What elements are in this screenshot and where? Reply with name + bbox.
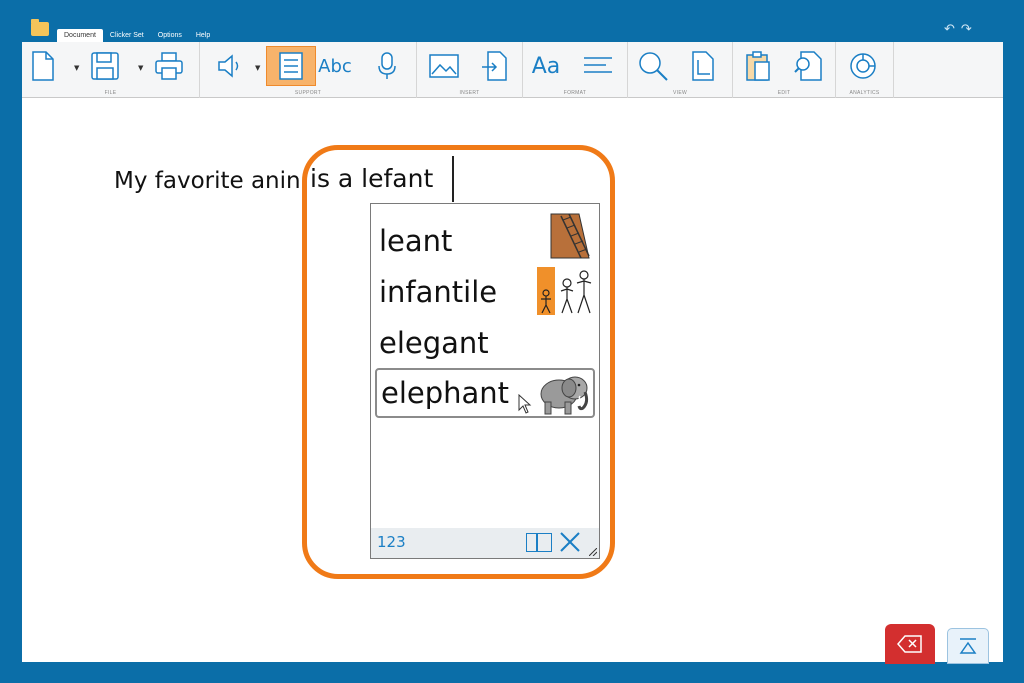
mouse-pointer-icon [518, 394, 532, 414]
speech-icon [218, 54, 239, 78]
group-label-edit: EDIT [777, 90, 791, 96]
font-button[interactable]: Aa [529, 46, 563, 86]
word-predictor-panel: leant infantile elegant elephant 123 [370, 203, 600, 559]
zoom-icon [639, 52, 668, 81]
new-dropdown-arrow[interactable]: ▼ [74, 64, 79, 72]
ribbon-group-format: Aa FORMAT [523, 42, 628, 98]
ladder-symbol-icon [550, 213, 590, 259]
group-label-file: FILE [104, 90, 117, 96]
group-label-format: FORMAT [563, 90, 587, 96]
predictor-footer: 123 [371, 528, 599, 558]
new-document-button[interactable] [26, 46, 60, 86]
ribbon-group-insert: INSERT [417, 42, 523, 98]
collapse-button[interactable] [947, 628, 989, 664]
analytics-button[interactable] [846, 46, 880, 86]
print-button[interactable] [152, 46, 186, 86]
page-size-button[interactable] [686, 46, 720, 86]
prediction-word: leant [379, 224, 453, 258]
paste-button[interactable] [741, 46, 775, 86]
elephant-symbol-icon [540, 376, 589, 415]
prediction-word: elegant [379, 326, 489, 360]
predictor-icon [279, 52, 303, 80]
save-icon [91, 52, 119, 80]
tab-document[interactable]: Document [57, 29, 103, 42]
undo-redo: ↶ ↷ [944, 22, 972, 37]
group-label-support: SUPPORT [294, 90, 322, 96]
collapse-icon [959, 638, 977, 654]
paragraph-icon [584, 57, 612, 73]
tab-clicker-set[interactable]: Clicker Set [103, 29, 151, 42]
page-size-icon [692, 51, 714, 81]
prediction-item-leant[interactable]: leant [375, 213, 595, 266]
ribbon-group-view: VIEW [628, 42, 733, 98]
font-icon: Aa [531, 53, 561, 79]
tab-help[interactable]: Help [189, 29, 217, 42]
undo-icon[interactable]: ↶ [944, 22, 955, 37]
analytics-icon [850, 53, 876, 79]
document-text-part1: My favorite anin [114, 168, 301, 194]
insert-file-button[interactable] [477, 46, 511, 86]
ribbon-group-analytics: ANALYTICS [836, 42, 894, 98]
prediction-word: infantile [379, 275, 498, 309]
find-button[interactable] [791, 46, 825, 86]
speech-button[interactable] [212, 46, 246, 86]
ribbon-group-file: ▼ ▼ FILE [22, 42, 200, 98]
insert-picture-button[interactable] [427, 46, 461, 86]
new-document-icon [32, 51, 54, 81]
insert-file-icon [482, 51, 507, 81]
tab-options[interactable]: Options [151, 29, 189, 42]
folder-icon[interactable] [31, 19, 49, 36]
print-icon [155, 52, 183, 80]
ribbon-group-edit: EDIT [733, 42, 836, 98]
predictor-button[interactable] [266, 46, 316, 86]
microphone-icon [378, 52, 396, 79]
speech-dropdown-arrow[interactable]: ▼ [255, 64, 260, 72]
children-symbol-icon [537, 267, 592, 315]
prediction-item-elegant[interactable]: elegant [375, 318, 595, 368]
microphone-button[interactable] [370, 46, 404, 86]
group-label-insert: INSERT [459, 90, 480, 96]
prediction-word: elephant [381, 376, 510, 410]
spellcheck-icon: Abc [318, 55, 352, 77]
group-label-view: VIEW [673, 90, 687, 96]
paragraph-button[interactable] [581, 46, 615, 86]
spellcheck-button[interactable]: Abc [318, 46, 352, 86]
group-label-analytics: ANALYTICS [849, 90, 880, 96]
menu-tabs: Document Clicker Set Options Help [57, 29, 217, 42]
save-dropdown-arrow[interactable]: ▼ [138, 64, 143, 72]
find-icon [794, 51, 822, 81]
close-icon[interactable] [558, 530, 582, 554]
ribbon-group-support: ▼ Abc SUPPORT [200, 42, 417, 98]
save-button[interactable] [88, 46, 122, 86]
layout-toggle-icon[interactable] [526, 533, 552, 552]
backspace-button[interactable] [885, 624, 935, 664]
insert-picture-icon [429, 54, 459, 78]
zoom-button[interactable] [636, 46, 670, 86]
prediction-item-infantile[interactable]: infantile [375, 267, 595, 317]
prediction-item-elephant[interactable]: elephant [375, 368, 595, 418]
ribbon: ▼ ▼ FILE ▼ Abc SUPPORT INSERT Aa FORMAT … [22, 42, 1003, 98]
redo-icon[interactable]: ↷ [961, 22, 972, 37]
paste-icon [746, 51, 770, 81]
backspace-icon [897, 635, 922, 653]
resize-grip-icon[interactable] [589, 548, 597, 556]
numbers-toggle-icon[interactable]: 123 [377, 533, 406, 551]
